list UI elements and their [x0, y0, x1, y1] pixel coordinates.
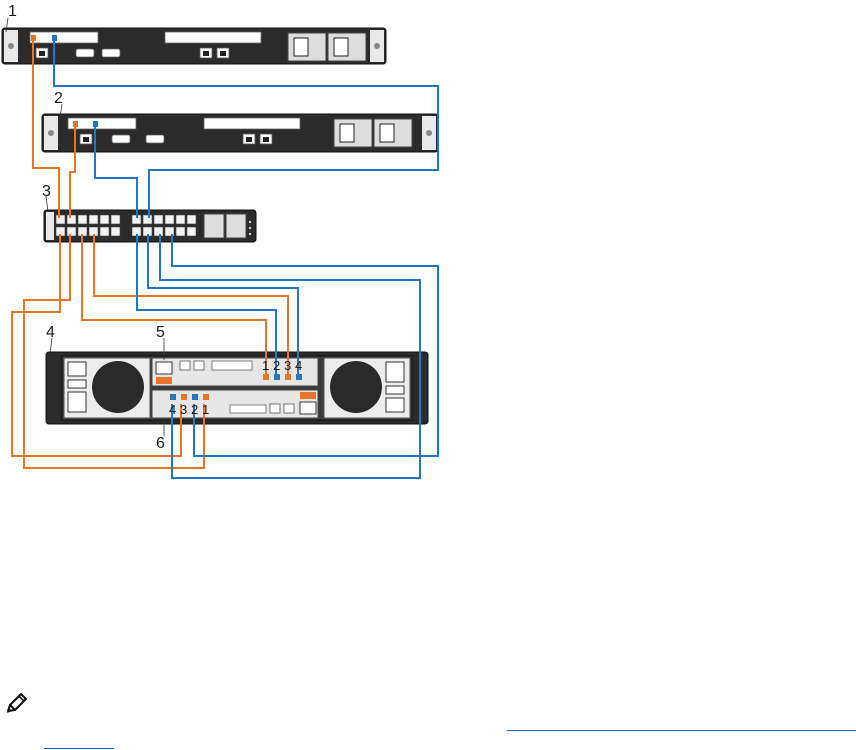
callout-6: 6 [156, 435, 165, 452]
lower-port-3: 3 [180, 402, 187, 417]
upper-port-2: 2 [273, 358, 280, 373]
server-1 [1, 27, 387, 65]
lower-port-1: 1 [202, 402, 209, 417]
callout-3: 3 [42, 183, 51, 200]
switch-port [186, 226, 197, 237]
switch-port [153, 226, 164, 237]
cabling-diagram: 1 2 3 4 5 6 1 2 3 4 4 3 2 1 [1, 3, 439, 479]
switch-port [55, 214, 66, 225]
callout-5: 5 [156, 324, 165, 341]
lower-port-2: 2 [191, 402, 198, 417]
switch-port [142, 214, 153, 225]
upper-port-1: 1 [262, 358, 269, 373]
switch-port [88, 214, 99, 225]
switch-port [99, 226, 110, 237]
upper-port-4: 4 [295, 358, 302, 373]
switch-port [110, 214, 121, 225]
upper-port-3: 3 [284, 358, 291, 373]
callout-4: 4 [46, 324, 55, 341]
switch-port [110, 226, 121, 237]
switch-port [164, 214, 175, 225]
lower-port-4: 4 [169, 402, 176, 417]
server-2 [41, 113, 439, 153]
callout-2: 2 [54, 90, 63, 107]
switch-port [175, 226, 186, 237]
switch-port [186, 214, 197, 225]
switch-port [66, 226, 77, 237]
pencil-note-icon [7, 693, 27, 713]
switch-port [175, 214, 186, 225]
switch-port [153, 214, 164, 225]
callout-1: 1 [8, 3, 17, 20]
note-link-underline-continued[interactable] [44, 748, 114, 749]
switch-port [77, 214, 88, 225]
storage-array-4 [45, 351, 429, 425]
note-link-underline[interactable] [507, 730, 856, 731]
switch-port [99, 214, 110, 225]
switch-port [66, 214, 77, 225]
